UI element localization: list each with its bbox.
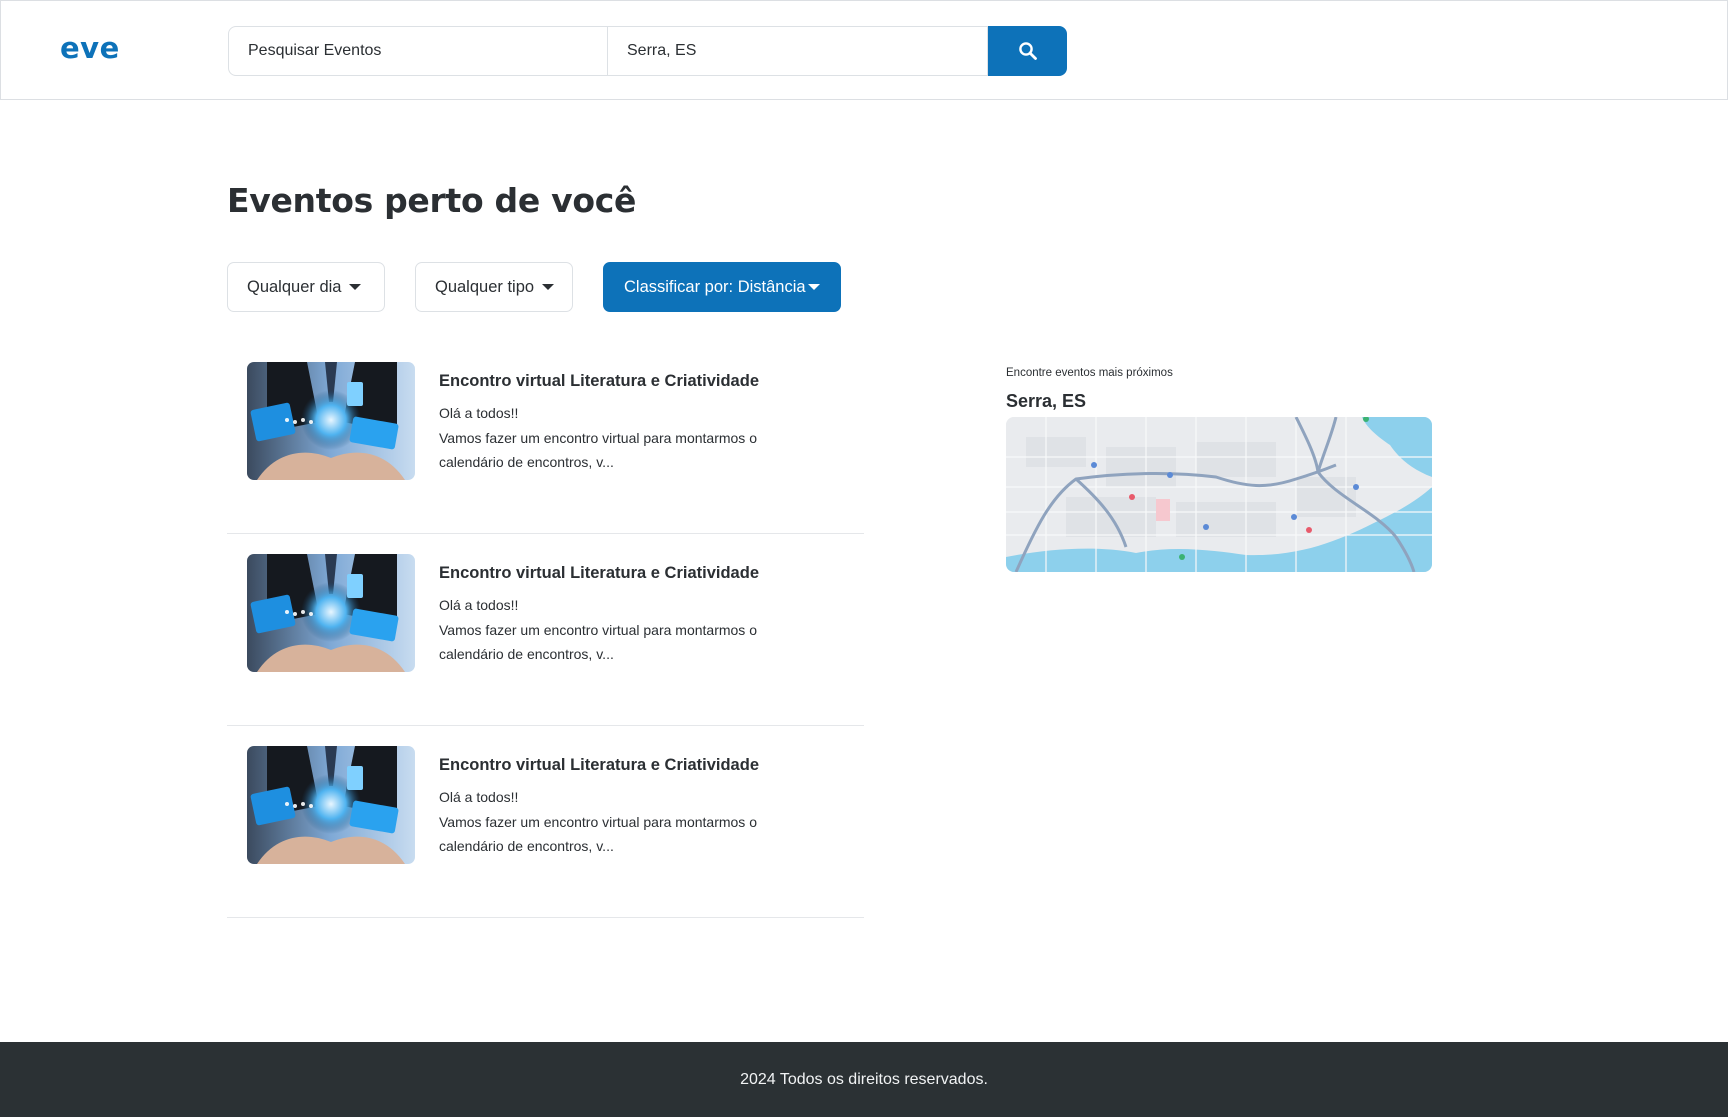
event-search-input[interactable]: Pesquisar Eventos (228, 26, 608, 76)
event-card[interactable]: Encontro virtual Literatura e Criativida… (227, 342, 864, 534)
event-greeting: Olá a todos!! (439, 597, 519, 613)
type-filter-label: Qualquer tipo (435, 277, 535, 296)
event-title[interactable]: Encontro virtual Literatura e Criativida… (439, 564, 759, 583)
event-description: Vamos fazer um encontro virtual para mon… (439, 814, 757, 854)
event-description: Vamos fazer um encontro virtual para mon… (439, 430, 757, 470)
event-card[interactable]: Encontro virtual Literatura e Criativida… (227, 534, 864, 726)
day-filter-dropdown[interactable]: Qualquer dia (227, 262, 385, 312)
sort-dropdown[interactable]: Classificar por: Distância (603, 262, 841, 312)
event-title[interactable]: Encontro virtual Literatura e Criativida… (439, 372, 759, 391)
event-list: Encontro virtual Literatura e Criativida… (227, 342, 864, 918)
event-image (247, 554, 415, 672)
day-filter-label: Qualquer dia (247, 277, 342, 296)
footer-copyright: 2024 Todos os direitos reservados. (740, 1070, 988, 1088)
event-greeting: Olá a todos!! (439, 405, 519, 421)
top-bar: eve Pesquisar Eventos Serra, ES (0, 0, 1728, 100)
type-filter-dropdown[interactable]: Qualquer tipo (415, 262, 573, 312)
event-image (247, 362, 415, 480)
chevron-down-icon (542, 284, 555, 290)
sort-label: Classificar por: Distância (624, 277, 806, 296)
location-map[interactable] (1006, 417, 1432, 572)
site-logo[interactable]: eve (60, 31, 120, 65)
chevron-down-icon (807, 284, 820, 290)
event-description: Vamos fazer um encontro virtual para mon… (439, 622, 757, 662)
event-image (247, 746, 415, 864)
search-button[interactable] (988, 26, 1067, 76)
site-footer: 2024 Todos os direitos reservados. (0, 1042, 1728, 1117)
event-title[interactable]: Encontro virtual Literatura e Criativida… (439, 756, 759, 775)
page-title: Eventos perto de você (227, 181, 637, 220)
search-icon (1018, 42, 1037, 60)
location-input[interactable]: Serra, ES (608, 26, 988, 76)
map-hint-text: Encontre eventos mais próximos (1006, 367, 1173, 379)
event-greeting: Olá a todos!! (439, 789, 519, 805)
event-card[interactable]: Encontro virtual Literatura e Criativida… (227, 726, 864, 918)
chevron-down-icon (349, 284, 362, 290)
map-city-title: Serra, ES (1006, 391, 1087, 411)
search-bar: Pesquisar Eventos Serra, ES (228, 26, 1067, 76)
